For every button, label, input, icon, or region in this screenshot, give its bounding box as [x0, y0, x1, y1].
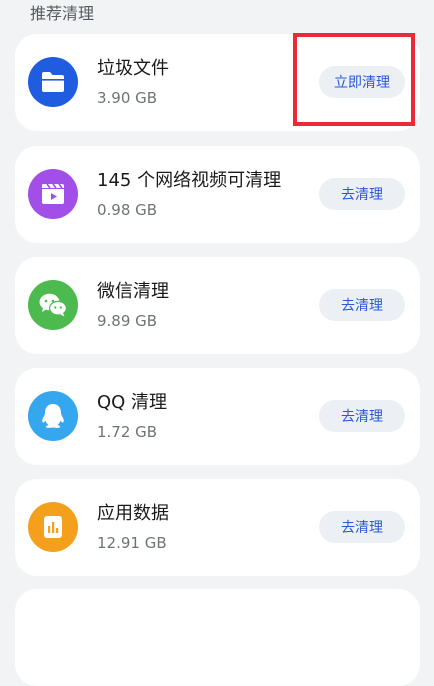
qq-clean-card[interactable]: QQ 清理 1.72 GB 去清理 [15, 368, 420, 465]
item-size: 0.98 GB [97, 201, 158, 219]
app-data-icon [28, 502, 78, 552]
next-card-partial [15, 589, 420, 686]
junk-files-card[interactable]: 垃圾文件 3.90 GB 立即清理 [15, 34, 420, 131]
go-clean-button[interactable]: 去清理 [319, 511, 405, 543]
video-clapper-icon [28, 169, 78, 219]
item-size: 1.72 GB [97, 423, 158, 441]
go-clean-button[interactable]: 去清理 [319, 400, 405, 432]
item-size: 12.91 GB [97, 534, 167, 552]
wechat-icon [28, 280, 78, 330]
folder-icon [28, 57, 78, 107]
item-name: 微信清理 [97, 281, 169, 302]
go-clean-button[interactable]: 去清理 [319, 178, 405, 210]
clean-now-button[interactable]: 立即清理 [319, 66, 405, 98]
wechat-clean-card[interactable]: 微信清理 9.89 GB 去清理 [15, 257, 420, 354]
item-name: 垃圾文件 [97, 58, 169, 79]
online-videos-card[interactable]: 145 个网络视频可清理 0.98 GB 去清理 [15, 146, 420, 243]
app-data-card[interactable]: 应用数据 12.91 GB 去清理 [15, 479, 420, 576]
section-title: 推荐清理 [30, 4, 95, 23]
item-size: 9.89 GB [97, 312, 158, 330]
go-clean-button[interactable]: 去清理 [319, 289, 405, 321]
item-name: 145 个网络视频可清理 [97, 170, 282, 191]
item-size: 3.90 GB [97, 89, 158, 107]
item-name: 应用数据 [97, 503, 169, 524]
qq-penguin-icon [28, 391, 78, 441]
item-name: QQ 清理 [97, 392, 168, 413]
